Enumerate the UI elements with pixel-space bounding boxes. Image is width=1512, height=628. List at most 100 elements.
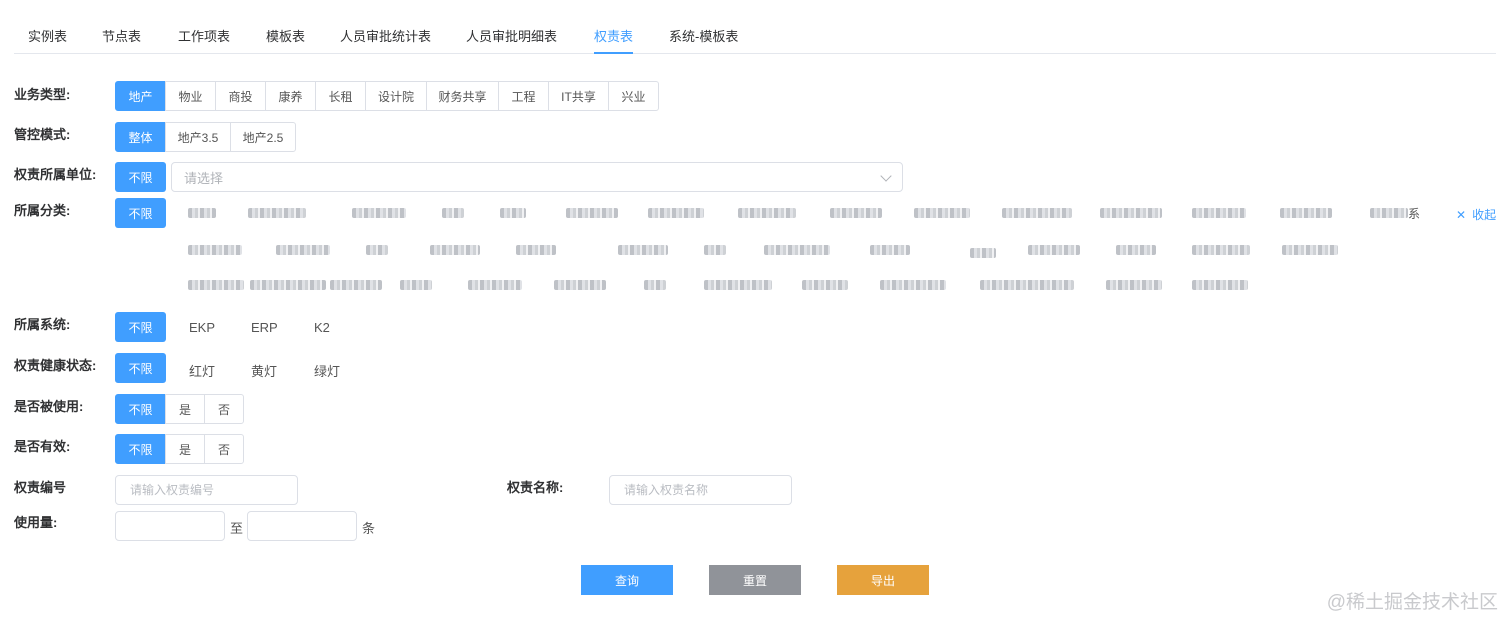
used-option[interactable]: 不限 — [115, 394, 166, 424]
category-option[interactable] — [648, 208, 704, 218]
used-label: 是否被使用: — [14, 399, 84, 414]
category-option[interactable] — [1282, 245, 1338, 255]
system-option-k2[interactable]: K2 — [314, 320, 330, 335]
category-option-fragment[interactable]: 系 — [1408, 205, 1420, 222]
usage-label: 使用量: — [14, 515, 58, 530]
category-option[interactable] — [704, 245, 726, 255]
category-option[interactable] — [400, 280, 432, 290]
health-option-green[interactable]: 绿灯 — [314, 361, 340, 380]
health-unlimited-button[interactable]: 不限 — [115, 353, 166, 383]
business-type-option[interactable]: IT共享 — [548, 81, 609, 111]
name-input[interactable] — [609, 475, 792, 505]
business-type-option[interactable]: 兴业 — [608, 81, 659, 111]
used-option[interactable]: 否 — [204, 394, 244, 424]
query-button[interactable]: 查询 — [581, 565, 673, 595]
category-option[interactable] — [188, 208, 216, 218]
category-option[interactable] — [566, 208, 618, 218]
category-option[interactable] — [1280, 208, 1332, 218]
category-option[interactable] — [1192, 208, 1246, 218]
tab-system-template[interactable]: 系统-模板表 — [669, 26, 738, 45]
category-option[interactable] — [500, 208, 526, 218]
category-option[interactable] — [1116, 245, 1156, 255]
category-option[interactable] — [1028, 245, 1080, 255]
category-option[interactable] — [1192, 245, 1250, 255]
category-option[interactable] — [802, 280, 848, 290]
category-option[interactable] — [1100, 208, 1162, 218]
business-type-option[interactable]: 工程 — [498, 81, 549, 111]
category-option[interactable] — [704, 280, 772, 290]
tab-approval-detail[interactable]: 人员审批明细表 — [466, 26, 557, 45]
health-option-red[interactable]: 红灯 — [189, 361, 215, 380]
category-option[interactable] — [644, 280, 666, 290]
category-unlimited-button[interactable]: 不限 — [115, 198, 166, 228]
category-option[interactable] — [468, 280, 522, 290]
valid-option[interactable]: 是 — [165, 434, 205, 464]
category-option[interactable] — [442, 208, 464, 218]
category-option[interactable] — [738, 208, 796, 218]
usage-to-input[interactable] — [247, 511, 357, 541]
used-group: 不限 是 否 — [115, 394, 244, 424]
business-type-label: 业务类型: — [14, 87, 71, 102]
category-option[interactable] — [276, 245, 330, 255]
tab-work-item[interactable]: 工作项表 — [178, 26, 230, 45]
used-option[interactable]: 是 — [165, 394, 205, 424]
business-type-option[interactable]: 长租 — [315, 81, 366, 111]
health-label: 权责健康状态: — [14, 358, 97, 373]
system-option-erp[interactable]: ERP — [251, 320, 278, 335]
category-option[interactable] — [330, 280, 382, 290]
category-option[interactable] — [980, 280, 1074, 290]
valid-option[interactable]: 不限 — [115, 434, 166, 464]
category-option[interactable] — [352, 208, 406, 218]
control-mode-option[interactable]: 地产3.5 — [165, 122, 231, 152]
category-option[interactable] — [516, 245, 556, 255]
business-type-option[interactable]: 地产 — [115, 81, 166, 111]
collapse-label: 收起 — [1472, 208, 1497, 222]
category-option[interactable] — [1106, 280, 1162, 290]
health-option-yellow[interactable]: 黄灯 — [251, 361, 277, 380]
business-type-group: 地产 物业 商投 康养 长租 设计院 财务共享 工程 IT共享 兴业 — [115, 81, 659, 111]
business-type-option[interactable]: 财务共享 — [426, 81, 499, 111]
business-type-option[interactable]: 康养 — [265, 81, 316, 111]
category-option[interactable] — [250, 280, 326, 290]
category-option[interactable] — [366, 245, 388, 255]
system-unlimited-button[interactable]: 不限 — [115, 312, 166, 342]
watermark: @稀土掘金技术社区 — [1326, 592, 1498, 613]
usage-from-input[interactable] — [115, 511, 225, 541]
export-button[interactable]: 导出 — [837, 565, 929, 595]
system-label: 所属系统: — [14, 317, 71, 332]
category-option[interactable] — [914, 208, 970, 218]
category-option[interactable] — [870, 245, 910, 255]
tab-authority[interactable]: 权责表 — [594, 26, 634, 54]
category-option[interactable] — [880, 280, 946, 290]
code-label: 权责编号 — [14, 480, 67, 495]
owner-unit-select[interactable]: 请选择 — [171, 162, 903, 192]
tab-instance[interactable]: 实例表 — [28, 26, 67, 45]
category-collapse-link[interactable]: ✕ 收起 — [1456, 206, 1496, 223]
category-option[interactable] — [970, 248, 996, 258]
category-option[interactable] — [764, 245, 830, 255]
control-mode-option[interactable]: 整体 — [115, 122, 166, 152]
code-input[interactable] — [115, 475, 298, 505]
control-mode-option[interactable]: 地产2.5 — [230, 122, 296, 152]
business-type-option[interactable]: 物业 — [165, 81, 216, 111]
category-option[interactable] — [188, 280, 244, 290]
category-option[interactable] — [430, 245, 480, 255]
category-option[interactable] — [554, 280, 606, 290]
system-option-ekp[interactable]: EKP — [189, 320, 215, 335]
tab-node[interactable]: 节点表 — [102, 26, 141, 45]
reset-button[interactable]: 重置 — [709, 565, 801, 595]
category-option[interactable] — [1192, 280, 1248, 290]
category-option[interactable] — [830, 208, 882, 218]
category-option[interactable] — [1002, 208, 1072, 218]
category-option[interactable] — [618, 245, 668, 255]
valid-option[interactable]: 否 — [204, 434, 244, 464]
category-option[interactable] — [188, 245, 242, 255]
tab-bar: 实例表 节点表 工作项表 模板表 人员审批统计表 人员审批明细表 权责表 系统-… — [14, 16, 1496, 54]
tab-approval-stats[interactable]: 人员审批统计表 — [340, 26, 431, 45]
category-option[interactable] — [248, 208, 306, 218]
business-type-option[interactable]: 设计院 — [365, 81, 427, 111]
category-option[interactable] — [1370, 208, 1408, 218]
business-type-option[interactable]: 商投 — [215, 81, 266, 111]
tab-template[interactable]: 模板表 — [266, 26, 305, 45]
owner-unit-unlimited-button[interactable]: 不限 — [115, 162, 166, 192]
